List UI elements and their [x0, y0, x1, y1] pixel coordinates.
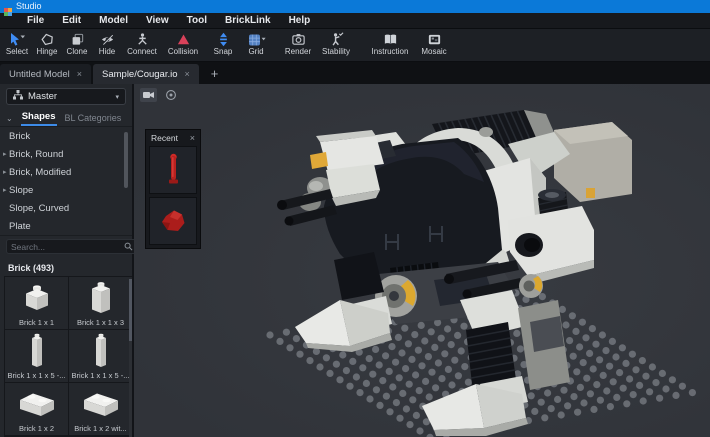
- part-brick-1x1x3[interactable]: Brick 1 x 1 x 3: [69, 277, 132, 329]
- search-row: [0, 235, 190, 257]
- select-cursor-icon: [8, 32, 26, 47]
- menu-edit[interactable]: Edit: [53, 15, 90, 26]
- orbit-mode-button[interactable]: [162, 88, 179, 102]
- category-list: Brick ▸ Brick, Round ▸ Brick, Modified ▸ Sl…: [0, 127, 132, 235]
- brick-thumbnail: [23, 277, 51, 318]
- recent-panel-title: Recent: [151, 133, 178, 143]
- tool-snap[interactable]: Snap: [208, 32, 238, 56]
- menu-model[interactable]: Model: [90, 15, 137, 26]
- search-input[interactable]: [11, 241, 122, 252]
- chevron-down-icon: ▾: [115, 93, 119, 101]
- results-scrollbar[interactable]: [129, 279, 132, 437]
- tab-bl-categories[interactable]: BL Categories: [65, 113, 122, 126]
- instruction-book-icon: [383, 32, 398, 47]
- tool-hide[interactable]: Hide: [92, 32, 122, 56]
- category-brick-modified[interactable]: ▸ Brick, Modified: [0, 163, 132, 181]
- menu-help[interactable]: Help: [280, 15, 320, 26]
- title-bar: Studio: [0, 0, 710, 16]
- tab-label: Untitled Model: [9, 68, 70, 80]
- scene-canvas[interactable]: [134, 84, 710, 437]
- main-content: Master ▾ ⌄ Shapes BL Categories Brick ▸ B…: [0, 84, 710, 437]
- tool-stability[interactable]: Stability: [316, 32, 356, 56]
- palette-tabs: ⌄ Shapes BL Categories: [0, 108, 132, 127]
- menu-bar: File Edit Model View Tool BrickLink Help: [0, 13, 710, 29]
- snap-icon: [216, 32, 231, 47]
- recent-panel-header: Recent ×: [146, 130, 200, 146]
- tool-select[interactable]: Select: [2, 32, 32, 56]
- tool-collision[interactable]: Collision: [162, 32, 204, 56]
- viewport-3d[interactable]: Recent ×: [134, 84, 710, 437]
- tab-shapes[interactable]: Shapes: [20, 111, 57, 126]
- master-step-dropdown[interactable]: Master ▾: [6, 88, 126, 105]
- toolbar: Select Hinge Clone Hide Connect Collisio…: [0, 29, 710, 62]
- category-plate[interactable]: Plate: [0, 217, 132, 235]
- brick-results-grid: Brick 1 x 1 Brick 1 x 1 x 3 Brick 1 x 1 …: [4, 276, 132, 437]
- new-tab-button[interactable]: +: [211, 66, 219, 81]
- mosaic-icon: [427, 32, 442, 47]
- camera-view-button[interactable]: [140, 88, 157, 102]
- recent-part-red-boulder[interactable]: [149, 197, 197, 245]
- hinge-icon: [40, 32, 55, 47]
- brick-thumbnail: [30, 330, 44, 371]
- document-tab-strip: Untitled Model × Sample/Cougar.io × +: [0, 62, 710, 84]
- viewport-controls: [140, 88, 179, 102]
- app-logo-icon: [4, 3, 12, 16]
- brick-thumbnail: [82, 383, 120, 424]
- tool-render[interactable]: Render: [280, 32, 316, 56]
- tab-untitled-model[interactable]: Untitled Model ×: [0, 64, 91, 84]
- tab-label: Sample/Cougar.io: [102, 68, 178, 80]
- tab-sample-cougar[interactable]: Sample/Cougar.io ×: [93, 64, 199, 84]
- tool-grid[interactable]: Grid: [238, 32, 274, 56]
- connect-icon: [135, 32, 150, 47]
- category-brick-round[interactable]: ▸ Brick, Round: [0, 145, 132, 163]
- brick-thumbnail: [94, 330, 108, 371]
- results-count-header: Brick (493): [8, 263, 55, 273]
- part-brick-1x1x5-alt[interactable]: Brick 1 x 1 x 5 -...: [69, 330, 132, 382]
- search-icon: [124, 238, 133, 256]
- menu-bricklink[interactable]: BrickLink: [216, 15, 280, 26]
- recent-part-red-antenna[interactable]: [149, 146, 197, 194]
- part-brick-1x2[interactable]: Brick 1 x 2: [5, 383, 68, 435]
- part-brick-1x1[interactable]: Brick 1 x 1: [5, 277, 68, 329]
- brick-thumbnail: [89, 277, 113, 318]
- collapse-chevron-icon[interactable]: ⌄: [6, 114, 13, 126]
- tool-mosaic[interactable]: Mosaic: [414, 32, 454, 56]
- window-title: Studio: [16, 1, 42, 11]
- category-slope[interactable]: ▸ Slope: [0, 181, 132, 199]
- category-scrollbar[interactable]: [124, 132, 128, 188]
- part-brick-1x1x5[interactable]: Brick 1 x 1 x 5 -...: [5, 330, 68, 382]
- tab-close-icon[interactable]: ×: [185, 69, 190, 79]
- clone-icon: [70, 32, 85, 47]
- grid-icon: [247, 32, 266, 47]
- collision-icon: [176, 32, 191, 47]
- category-slope-curved[interactable]: Slope, Curved: [0, 199, 132, 217]
- close-icon[interactable]: ×: [190, 133, 195, 143]
- parts-palette-sidebar: Master ▾ ⌄ Shapes BL Categories Brick ▸ B…: [0, 84, 190, 437]
- hierarchy-icon: [13, 90, 23, 103]
- category-brick[interactable]: Brick: [0, 127, 132, 145]
- tool-connect[interactable]: Connect: [122, 32, 162, 56]
- tool-instruction[interactable]: Instruction: [366, 32, 414, 56]
- master-dropdown-label: Master: [28, 91, 58, 102]
- menu-file[interactable]: File: [18, 15, 53, 26]
- menu-tool[interactable]: Tool: [178, 15, 216, 26]
- stability-icon: [329, 32, 344, 47]
- tool-clone[interactable]: Clone: [62, 32, 92, 56]
- tab-close-icon[interactable]: ×: [77, 69, 82, 79]
- brick-thumbnail: [18, 383, 56, 424]
- recent-parts-panel: Recent ×: [145, 129, 201, 249]
- part-brick-1x2-with[interactable]: Brick 1 x 2 wit...: [69, 383, 132, 435]
- hide-eye-icon: [100, 32, 115, 47]
- menu-view[interactable]: View: [137, 15, 178, 26]
- tool-hinge[interactable]: Hinge: [32, 32, 62, 56]
- render-camera-icon: [291, 32, 306, 47]
- part-search-field[interactable]: [6, 239, 138, 254]
